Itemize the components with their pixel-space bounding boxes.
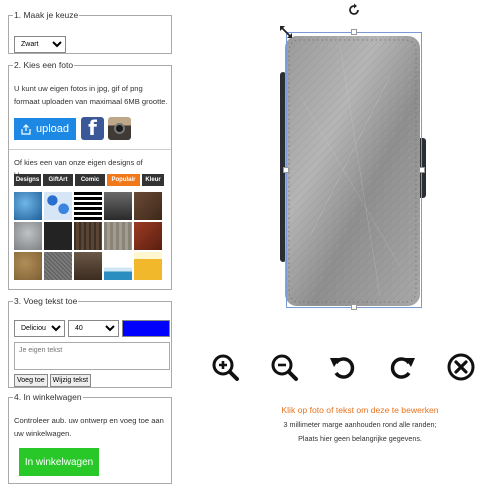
step-cart-panel: 4. In winkelwagen Controleer aub. uw ont…	[8, 392, 172, 484]
design-swatch[interactable]	[14, 252, 42, 280]
instagram-icon[interactable]	[108, 117, 131, 140]
design-swatch[interactable]	[74, 252, 102, 280]
upload-label: upload	[35, 123, 70, 135]
step-text-panel: 3. Voeg tekst toe Delicious 40 Voeg toe …	[8, 296, 172, 388]
design-swatch[interactable]	[134, 252, 162, 280]
step-choose-panel: 1. Maak je keuze Zwart	[8, 10, 172, 54]
design-swatch[interactable]	[104, 222, 132, 250]
design-swatch[interactable]	[104, 192, 132, 220]
font-select[interactable]: Delicious	[14, 320, 65, 337]
delete-icon[interactable]	[446, 352, 476, 382]
text-buttons: Voeg toe Wijzig tekst	[14, 374, 92, 387]
edit-hint: Klik op foto of tekst om deze te bewerke…	[281, 405, 439, 415]
edit-text-button[interactable]: Wijzig tekst	[49, 374, 92, 387]
left-handle[interactable]	[283, 167, 289, 173]
step-photo-panel: 2. Kies een foto U kunt uw eigen fotos i…	[8, 60, 172, 290]
facebook-icon[interactable]: f	[81, 117, 104, 140]
margin-hint-2: Plaats hier geen belangrijke gegevens.	[298, 434, 422, 443]
rotate-handle-icon[interactable]	[347, 3, 361, 17]
step-cart-legend: 4. In winkelwagen	[14, 392, 82, 402]
design-swatch[interactable]	[74, 222, 102, 250]
upload-intro-text: U kunt uw eigen fotos in jpg, gif of png…	[14, 84, 168, 106]
text-options-row: Delicious 40	[14, 320, 170, 337]
zoom-in-icon[interactable]	[210, 352, 240, 382]
design-swatch[interactable]	[104, 252, 132, 280]
upload-icon	[21, 123, 31, 135]
add-to-cart-button[interactable]: In winkelwagen	[19, 448, 99, 476]
design-swatch[interactable]	[44, 252, 72, 280]
add-text-button[interactable]: Voeg toe	[14, 374, 48, 387]
custom-text-input[interactable]	[14, 342, 170, 370]
editor-toolbar	[210, 352, 476, 382]
cart-check-text: Controleer aub. uw ontwerp en voeg toe a…	[14, 416, 164, 438]
tab-populair[interactable]: Populair	[107, 174, 140, 186]
step-text-legend: 3. Voeg tekst toe	[14, 296, 78, 306]
design-swatches	[14, 192, 164, 280]
top-handle[interactable]	[351, 29, 357, 35]
resize-handle-icon[interactable]	[279, 25, 293, 39]
tab-kleur[interactable]: Kleur	[142, 174, 164, 186]
text-color-picker[interactable]	[122, 320, 170, 337]
design-tabs: Designs GiftArt Comic Populair Kleur	[14, 174, 164, 186]
margin-hint: 3 millimeter marge aanhouden rond alle r…	[283, 420, 437, 429]
design-swatch[interactable]	[74, 192, 102, 220]
tab-comic[interactable]: Comic	[75, 174, 105, 186]
design-swatch[interactable]	[14, 192, 42, 220]
rotate-right-icon[interactable]	[387, 352, 417, 382]
design-swatch[interactable]	[134, 192, 162, 220]
right-handle[interactable]	[419, 167, 425, 173]
model-select[interactable]: Zwart	[14, 36, 66, 53]
design-swatch[interactable]	[44, 222, 72, 250]
design-swatch[interactable]	[44, 192, 72, 220]
design-swatch[interactable]	[134, 222, 162, 250]
tab-giftart[interactable]: GiftArt	[43, 174, 73, 186]
bottom-handle[interactable]	[351, 304, 357, 310]
selection-frame	[286, 32, 422, 308]
design-swatch[interactable]	[14, 222, 42, 250]
step-choose-legend: 1. Maak je keuze	[14, 10, 79, 20]
step-photo-legend: 2. Kies een foto	[14, 60, 74, 70]
font-size-select[interactable]: 40	[68, 320, 119, 337]
divider	[9, 149, 171, 150]
zoom-out-icon[interactable]	[269, 352, 299, 382]
tab-designs[interactable]: Designs	[14, 174, 41, 186]
upload-button[interactable]: upload	[14, 118, 76, 140]
rotate-left-icon[interactable]	[328, 352, 358, 382]
